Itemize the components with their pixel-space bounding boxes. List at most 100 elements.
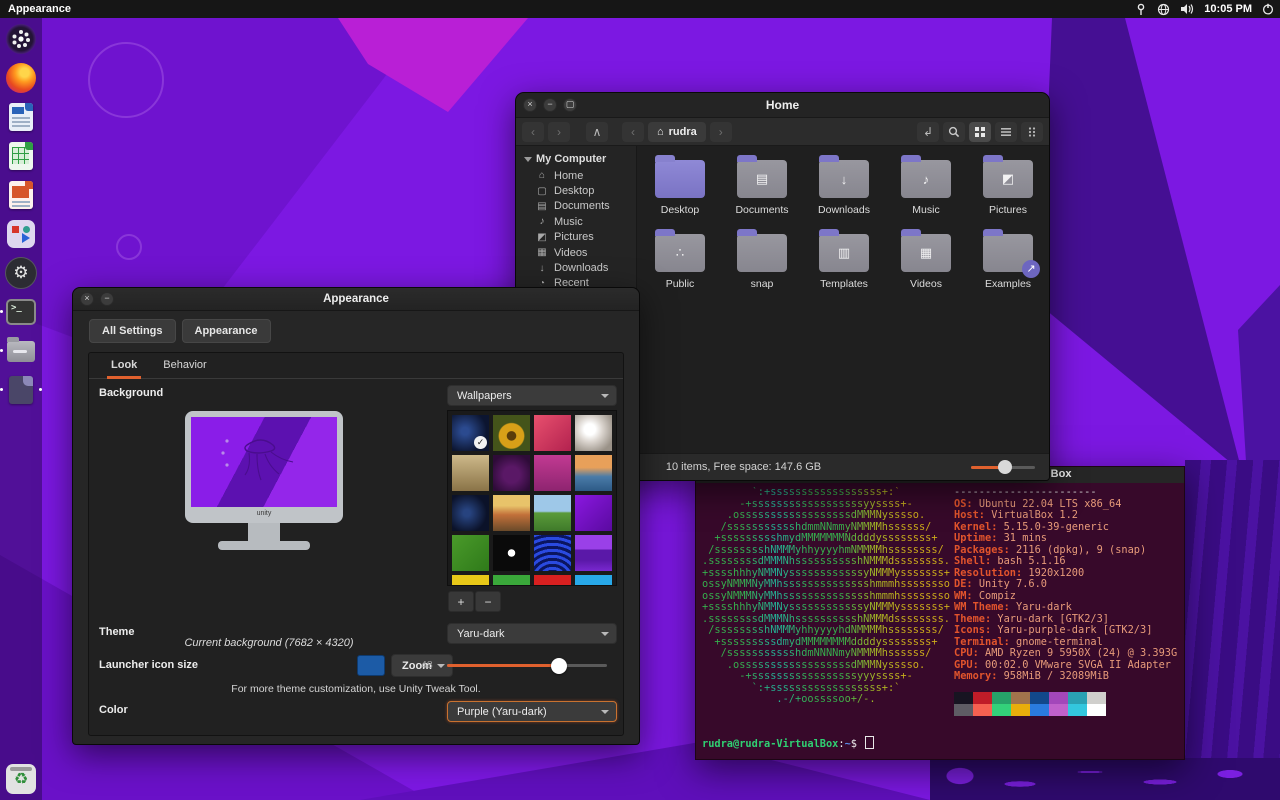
palette-swatch — [1068, 692, 1087, 704]
dock-item-ubuntu-software[interactable] — [4, 217, 38, 251]
palette-swatch — [1049, 704, 1068, 716]
wallpaper-tile-2[interactable] — [534, 415, 571, 451]
crumb-prev-button[interactable]: ‹ — [622, 122, 644, 142]
neofetch-line: Memory: 958MiB / 32089MiB — [954, 671, 1177, 683]
appearance-titlebar[interactable]: Appearance × − — [73, 288, 639, 311]
clock[interactable]: 10:05 PM — [1204, 3, 1252, 15]
menu-button[interactable] — [1021, 122, 1043, 142]
terminal-body[interactable]: `:+ssssssssssssssssss+:` -+sssssssssssss… — [696, 483, 1184, 760]
files-titlebar[interactable]: Home × − ▢ — [516, 93, 1049, 118]
dock-item-files[interactable] — [4, 334, 38, 368]
slider-knob[interactable] — [998, 460, 1012, 474]
back-button[interactable]: ‹ — [522, 122, 544, 142]
appearance-window: Appearance × − All Settings Appearance L… — [72, 287, 640, 745]
wallpaper-tile-14[interactable] — [534, 535, 571, 571]
close-icon[interactable]: × — [523, 98, 537, 112]
sidebar-item-label: Videos — [554, 247, 587, 259]
libreoffice-impress-icon — [9, 181, 33, 209]
wallpaper-tile-0[interactable]: ✓ — [452, 415, 489, 451]
sidebar-item-documents[interactable]: ▤Documents — [524, 199, 636, 214]
minimize-icon[interactable]: − — [543, 98, 557, 112]
folder-documents[interactable]: ▤Documents — [721, 154, 803, 216]
sidebar-item-videos[interactable]: ▦Videos — [524, 245, 636, 260]
folder-templates[interactable]: ▥Templates — [803, 228, 885, 290]
tab-look[interactable]: Look — [111, 359, 137, 378]
wallpaper-tile-7[interactable] — [575, 455, 612, 491]
dock-item-ubuntu-desktop[interactable] — [4, 22, 38, 56]
active-app-name[interactable]: Appearance — [8, 3, 71, 15]
wallpaper-tile-6[interactable] — [534, 455, 571, 491]
wallpaper-tile-17[interactable] — [493, 575, 530, 586]
files-content[interactable]: Desktop▤Documents↓Downloads♪Music◩Pictur… — [637, 146, 1049, 457]
folder-downloads[interactable]: ↓Downloads — [803, 154, 885, 216]
folder-examples[interactable]: ↗Examples — [967, 228, 1049, 290]
sidebar-item-home[interactable]: ⌂Home — [524, 168, 636, 183]
palette-swatch — [1087, 692, 1106, 704]
remove-wallpaper-button[interactable]: − — [475, 591, 501, 612]
wallpaper-tile-18[interactable] — [534, 575, 571, 586]
wallpaper-tile-4[interactable] — [452, 455, 489, 491]
tab-behavior[interactable]: Behavior — [163, 359, 206, 378]
power-icon[interactable] — [1262, 3, 1274, 15]
appearance-nav-button[interactable]: Appearance — [182, 319, 271, 343]
wallpaper-tile-19[interactable] — [575, 575, 612, 586]
grid-view-button[interactable] — [969, 122, 991, 142]
dock-item-terminal[interactable]: >_ — [4, 295, 38, 329]
sidebar-item-desktop[interactable]: ▢Desktop — [524, 183, 636, 198]
crumb-next-button[interactable]: › — [710, 122, 732, 142]
wallpaper-tile-3[interactable] — [575, 415, 612, 451]
wallpaper-tile-16[interactable] — [452, 575, 489, 586]
files-toolbar: ‹ › ∧ ‹ ⌂ rudra › ↲ — [516, 118, 1049, 146]
folder-pictures[interactable]: ◩Pictures — [967, 154, 1049, 216]
wallpaper-tile-1[interactable] — [493, 415, 530, 451]
volume-icon[interactable] — [1180, 3, 1194, 15]
list-view-button[interactable] — [995, 122, 1017, 142]
color-label: Color — [99, 704, 128, 716]
background-color-swatch[interactable] — [357, 655, 385, 676]
pointer-integration-icon[interactable] — [1135, 3, 1147, 16]
folder-videos[interactable]: ▦Videos — [885, 228, 967, 290]
wallpaper-tile-9[interactable] — [493, 495, 530, 531]
dock-item-text-editor[interactable] — [4, 373, 38, 407]
wallpaper-tile-8[interactable] — [452, 495, 489, 531]
close-icon[interactable]: × — [80, 292, 94, 306]
shell-prompt[interactable]: rudra@rudra-VirtualBox:~$ — [702, 736, 874, 751]
minimize-icon[interactable]: − — [100, 292, 114, 306]
forward-button[interactable]: › — [548, 122, 570, 142]
up-button[interactable]: ∧ — [586, 122, 608, 142]
search-button[interactable] — [943, 122, 965, 142]
wallpaper-tile-5[interactable] — [493, 455, 530, 491]
sidebar-item-pictures[interactable]: ◩Pictures — [524, 230, 636, 245]
enter-location-button[interactable]: ↲ — [917, 122, 939, 142]
dock-item-libreoffice-writer[interactable] — [4, 100, 38, 134]
wallpaper-tile-11[interactable] — [575, 495, 612, 531]
sidebar-item-music[interactable]: ♪Music — [524, 214, 636, 229]
network-globe-icon[interactable] — [1157, 3, 1170, 16]
wallpaper-tile-15[interactable] — [575, 535, 612, 571]
sidebar-item-downloads[interactable]: ↓Downloads — [524, 260, 636, 275]
add-wallpaper-button[interactable]: + — [448, 591, 474, 612]
launcher-size-slider[interactable] — [447, 664, 607, 667]
folder-public[interactable]: ∴Public — [639, 228, 721, 290]
icon-zoom-slider[interactable] — [971, 466, 1035, 469]
trash-icon[interactable]: ♻ — [6, 764, 36, 794]
wallpaper-tile-10[interactable] — [534, 495, 571, 531]
dock-item-libreoffice-impress[interactable] — [4, 178, 38, 212]
list-view-icon — [1000, 126, 1012, 138]
wallpaper-tile-12[interactable] — [452, 535, 489, 571]
dock-item-settings[interactable]: ⚙ — [4, 256, 38, 290]
theme-dropdown[interactable]: Yaru-dark — [447, 623, 617, 644]
wallpaper-source-dropdown[interactable]: Wallpapers — [447, 385, 617, 406]
color-dropdown[interactable]: Purple (Yaru-dark) — [447, 701, 617, 722]
wallpaper-tile-13[interactable] — [493, 535, 530, 571]
folder-snap[interactable]: snap — [721, 228, 803, 290]
maximize-icon[interactable]: ▢ — [563, 98, 577, 112]
all-settings-button[interactable]: All Settings — [89, 319, 176, 343]
breadcrumb[interactable]: ⌂ rudra — [648, 122, 706, 142]
sidebar-root[interactable]: My Computer — [524, 153, 636, 165]
folder-music[interactable]: ♪Music — [885, 154, 967, 216]
dock-item-libreoffice-calc[interactable] — [4, 139, 38, 173]
folder-desktop[interactable]: Desktop — [639, 154, 721, 216]
slider-knob[interactable] — [551, 658, 567, 674]
dock-item-firefox[interactable] — [4, 61, 38, 95]
